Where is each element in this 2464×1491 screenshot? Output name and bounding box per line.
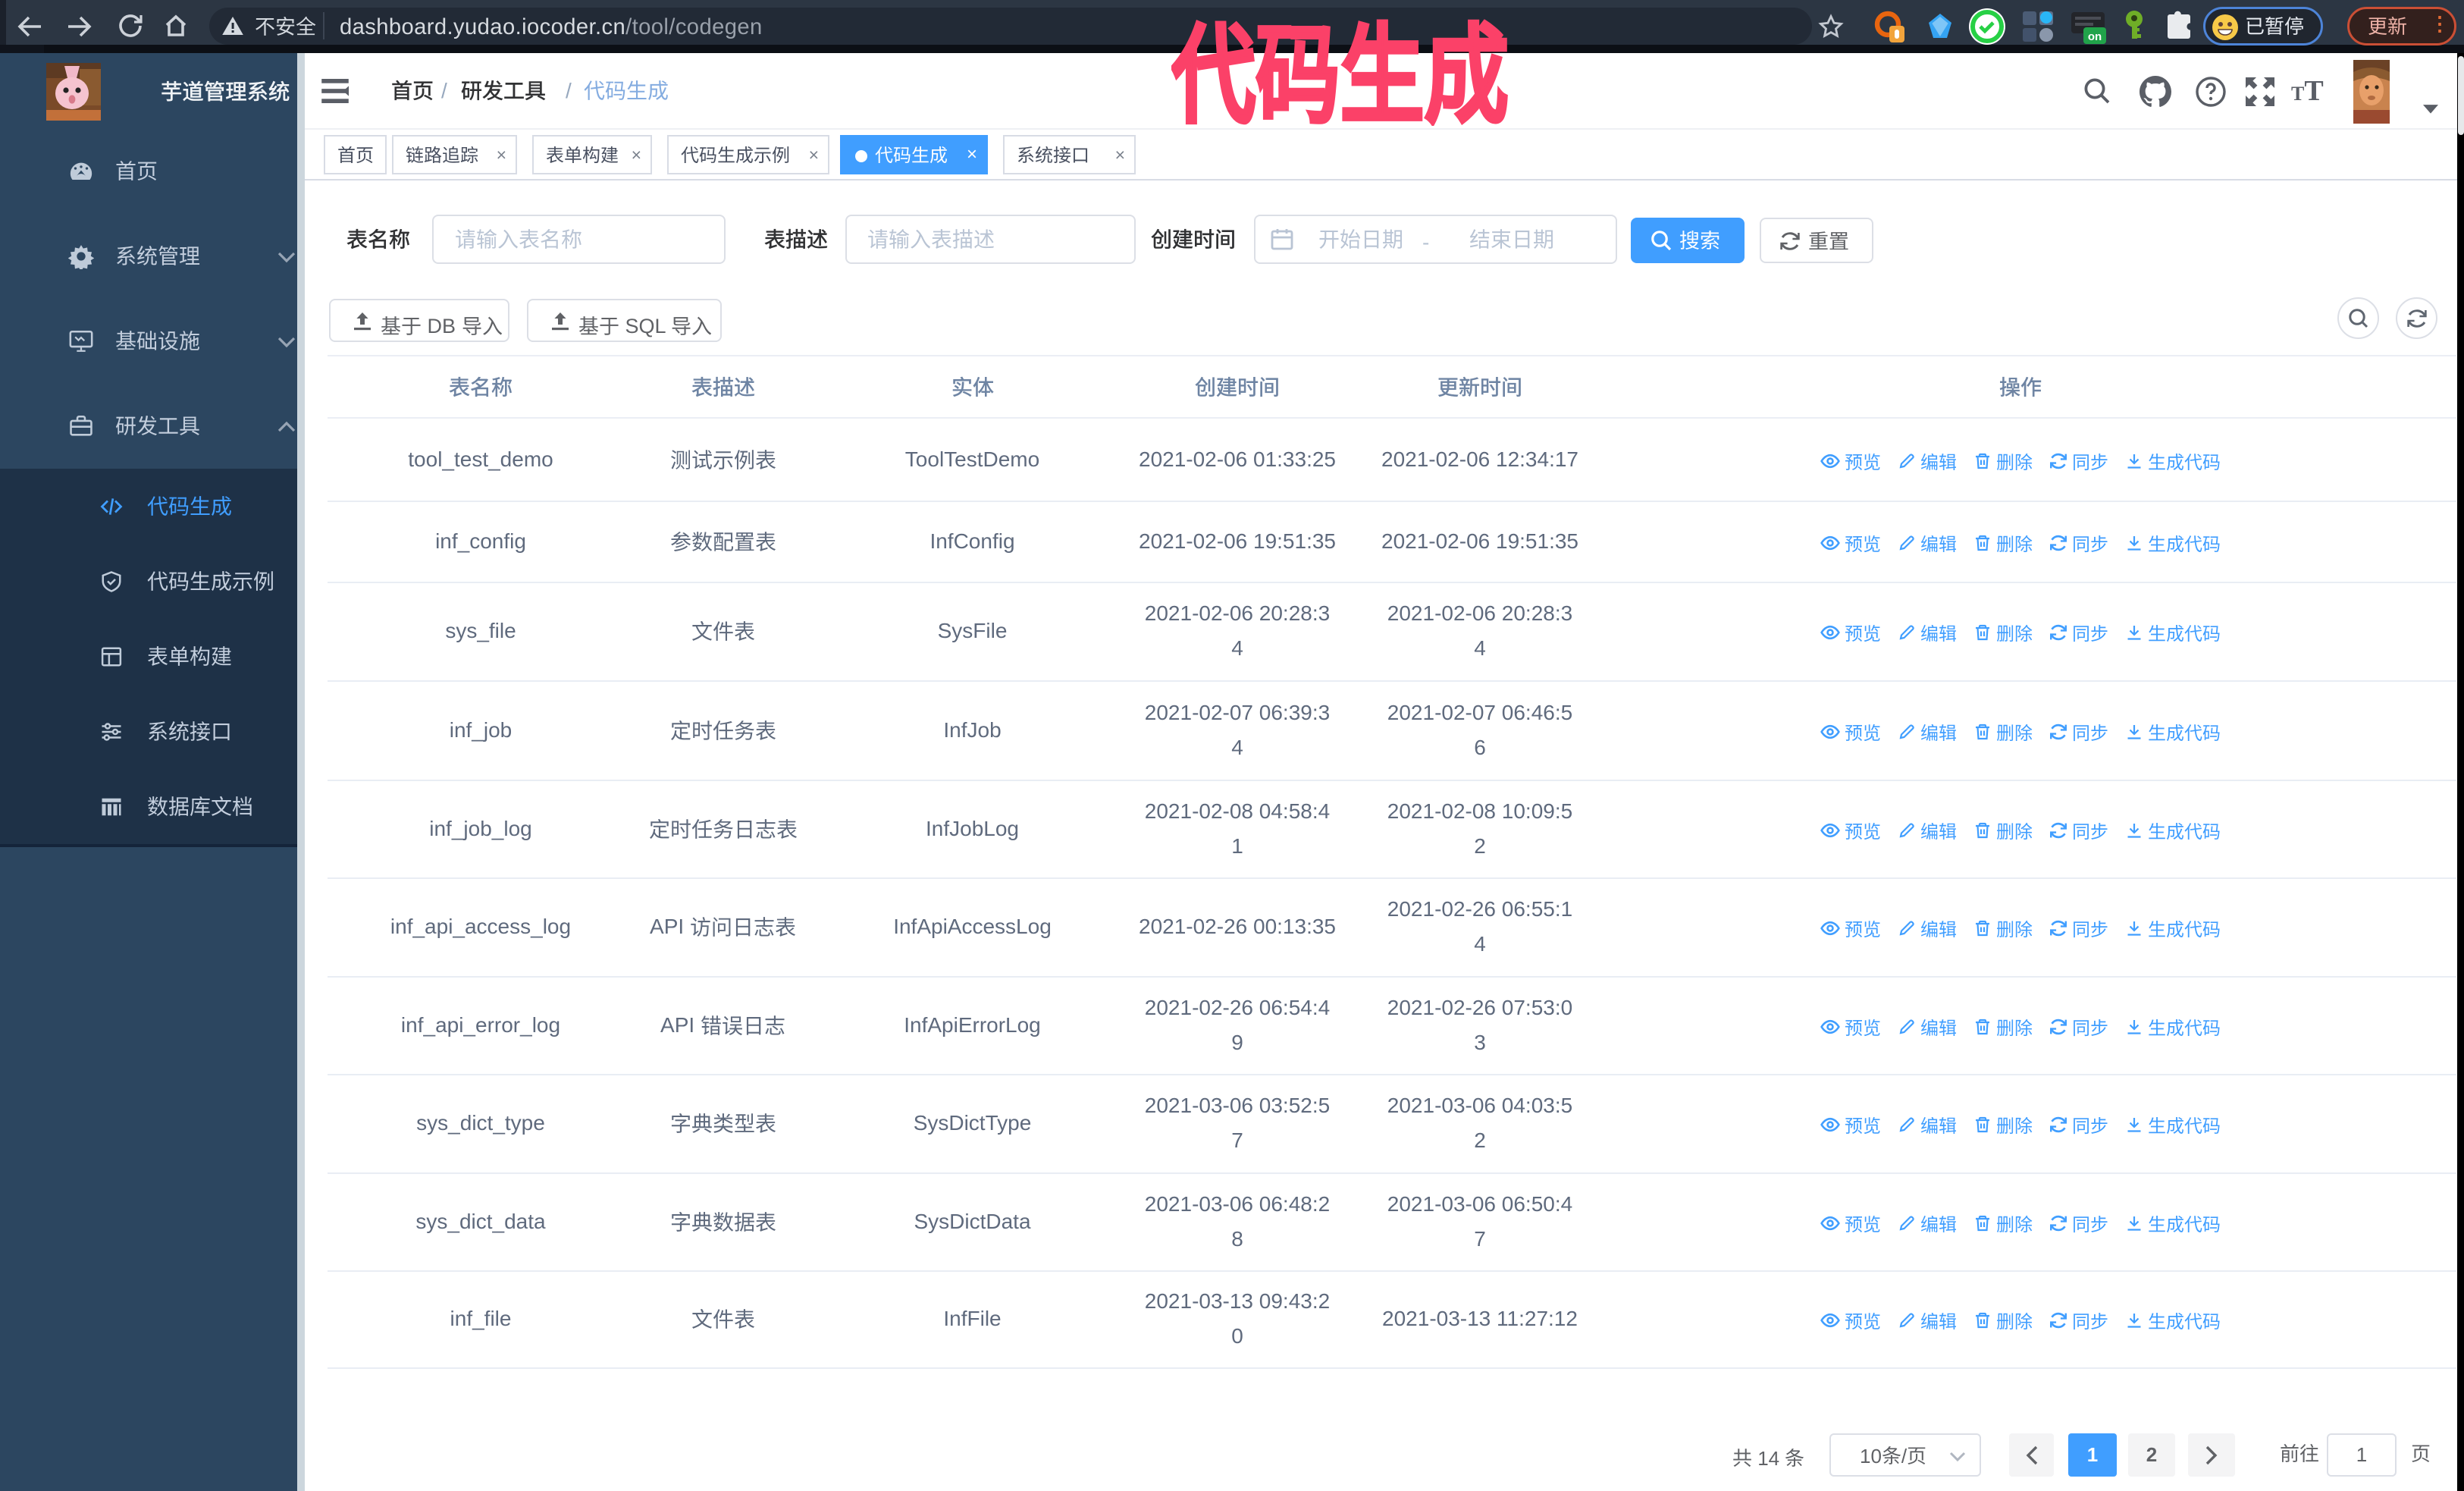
- svg-text:on: on: [2088, 30, 2102, 43]
